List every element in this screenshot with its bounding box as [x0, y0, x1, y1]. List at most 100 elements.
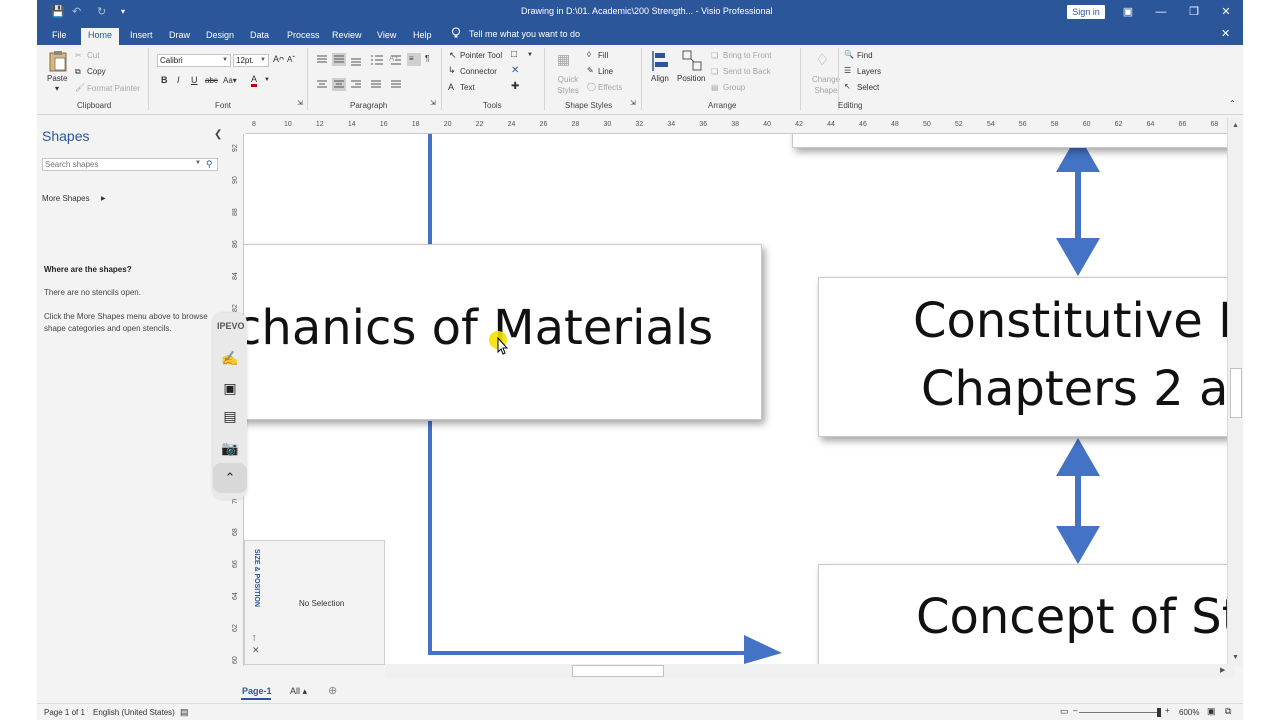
double-arrow-middle[interactable]: [1056, 438, 1100, 564]
bold-icon[interactable]: B: [161, 75, 168, 85]
tab-file[interactable]: File: [45, 28, 74, 45]
collapse-ribbon-icon[interactable]: ⌃: [1229, 99, 1236, 108]
tell-me-search[interactable]: Tell me what you want to do: [469, 29, 580, 39]
chevron-down-icon[interactable]: ▼: [264, 77, 270, 83]
position-icon[interactable]: [682, 50, 702, 72]
layers-button[interactable]: Layers: [857, 67, 881, 76]
annotate-icon[interactable]: ▤: [217, 403, 243, 429]
sign-in-button[interactable]: Sign in: [1067, 5, 1105, 19]
tab-home[interactable]: Home: [81, 28, 120, 45]
cut-icon[interactable]: ✂: [75, 51, 82, 60]
vertical-scroll-thumb[interactable]: [1230, 368, 1242, 418]
chevron-down-icon[interactable]: ▼: [195, 160, 201, 166]
shape-box-top[interactable]: [792, 134, 1227, 148]
minimize-icon[interactable]: —: [1150, 3, 1172, 21]
find-button[interactable]: Find: [857, 51, 873, 60]
shape-styles-dialog-launcher-icon[interactable]: ⇲: [630, 99, 636, 107]
format-painter-icon[interactable]: 🖌: [75, 83, 85, 92]
close-icon[interactable]: ✕: [252, 645, 260, 656]
line-button[interactable]: Line: [598, 67, 613, 76]
tab-view[interactable]: View: [370, 28, 403, 45]
search-icon[interactable]: ⚲: [206, 159, 213, 170]
close-ribbon-icon[interactable]: ✕: [1221, 27, 1230, 40]
all-pages-button[interactable]: All ▴: [290, 686, 307, 697]
select-button[interactable]: Select: [857, 83, 879, 92]
align-button[interactable]: Align: [651, 74, 669, 83]
connector-button[interactable]: Connector: [460, 67, 497, 76]
change-shape-icon[interactable]: ♢: [815, 50, 829, 70]
paragraph-mark-icon[interactable]: ¶: [425, 54, 429, 63]
font-dialog-launcher-icon[interactable]: ⇲: [297, 99, 303, 107]
redo-icon[interactable]: ↻: [97, 5, 106, 18]
undo-icon[interactable]: ↶: [72, 5, 81, 18]
horizontal-scrollbar[interactable]: ▶: [385, 664, 1235, 678]
tab-page-1[interactable]: Page-1: [242, 686, 272, 696]
decrease-font-icon[interactable]: Aˇ: [287, 55, 295, 64]
change-case-icon[interactable]: Aa▾: [223, 76, 237, 85]
increase-font-icon[interactable]: Aᴖ: [273, 54, 284, 64]
zoom-out-icon[interactable]: –: [1073, 706, 1077, 715]
fill-icon[interactable]: ◊: [587, 50, 591, 59]
bullets-icon[interactable]: ≡: [409, 54, 414, 63]
copy-button[interactable]: Copy: [87, 67, 106, 76]
zoom-slider-thumb[interactable]: [1157, 708, 1161, 717]
language-status[interactable]: English (United States): [93, 708, 175, 717]
group-icon[interactable]: ▤: [711, 83, 719, 92]
paragraph-dialog-launcher-icon[interactable]: ⇲: [430, 99, 436, 107]
rectangle-icon[interactable]: □: [511, 49, 517, 60]
send-back-icon[interactable]: ❏: [711, 67, 718, 76]
shape-concept-of-strain[interactable]: Concept of Stra: [818, 564, 1227, 664]
effects-button[interactable]: Effects: [598, 83, 622, 92]
text-direction-icon[interactable]: A↑: [389, 54, 398, 63]
maximize-icon[interactable]: ❐: [1183, 3, 1205, 21]
vertical-scrollbar[interactable]: ▲ ▼: [1227, 118, 1243, 666]
group-button[interactable]: Group: [723, 83, 745, 92]
shape-constitutive-law[interactable]: Constitutive Law Chapters 2 and: [818, 277, 1227, 437]
scroll-right-icon[interactable]: ▶: [1220, 666, 1225, 674]
bring-to-front-button[interactable]: Bring to Front: [723, 51, 771, 60]
zoom-slider[interactable]: [1079, 712, 1159, 713]
bring-front-icon[interactable]: ❏: [711, 51, 718, 60]
effects-icon[interactable]: ◯: [587, 82, 596, 91]
tab-draw[interactable]: Draw: [162, 28, 197, 45]
text-tool-button[interactable]: Text: [460, 83, 475, 92]
double-arrow-top[interactable]: [1056, 134, 1100, 276]
chevron-right-icon[interactable]: ▶: [101, 195, 106, 202]
tab-insert[interactable]: Insert: [123, 28, 160, 45]
quick-styles-button[interactable]: Quick Styles: [553, 74, 583, 96]
zoom-level[interactable]: 600%: [1179, 708, 1199, 717]
position-button[interactable]: Position: [677, 74, 705, 83]
customize-quick-access-icon[interactable]: ▾: [121, 7, 125, 16]
tab-help[interactable]: Help: [406, 28, 439, 45]
close-icon[interactable]: ✕: [511, 65, 519, 76]
paste-icon[interactable]: [49, 50, 67, 72]
paste-button[interactable]: Paste: [47, 74, 67, 83]
send-to-back-button[interactable]: Send to Back: [723, 67, 771, 76]
pointer-tool-button[interactable]: Pointer Tool: [460, 51, 502, 60]
fill-button[interactable]: Fill: [598, 51, 608, 60]
zoom-in-icon[interactable]: +: [1165, 706, 1170, 715]
chevron-down-icon[interactable]: ▼: [527, 52, 533, 58]
align-icon[interactable]: [651, 50, 669, 72]
drawing-canvas[interactable]: chanics of Materials Constitutive Law Ch…: [244, 134, 1227, 664]
scroll-down-icon[interactable]: ▼: [1232, 654, 1239, 661]
save-icon[interactable]: 💾: [51, 5, 65, 18]
macro-icon[interactable]: ▤: [180, 707, 189, 718]
connection-point-icon[interactable]: ✚: [511, 81, 519, 92]
tab-design[interactable]: Design: [199, 28, 241, 45]
collapse-pane-icon[interactable]: ❮: [214, 129, 222, 140]
fit-page-icon[interactable]: ▣: [1207, 706, 1216, 717]
cut-button[interactable]: Cut: [87, 51, 99, 60]
presentation-mode-icon[interactable]: ▭: [1060, 706, 1069, 717]
camera-icon[interactable]: 📷: [217, 435, 243, 461]
line-icon[interactable]: ✎: [587, 66, 594, 75]
font-color-icon[interactable]: A: [251, 74, 258, 87]
switch-windows-icon[interactable]: ⧉: [1225, 706, 1231, 717]
snapshot-icon[interactable]: ▣: [217, 375, 243, 401]
close-icon[interactable]: ✕: [1215, 3, 1237, 21]
tab-process[interactable]: Process: [280, 28, 327, 45]
strikethrough-icon[interactable]: abc: [205, 76, 218, 85]
connector-line-bottom[interactable]: [428, 421, 749, 655]
font-name-combo[interactable]: Calibri ▼: [157, 54, 231, 67]
pen-icon[interactable]: ✍: [217, 345, 243, 371]
